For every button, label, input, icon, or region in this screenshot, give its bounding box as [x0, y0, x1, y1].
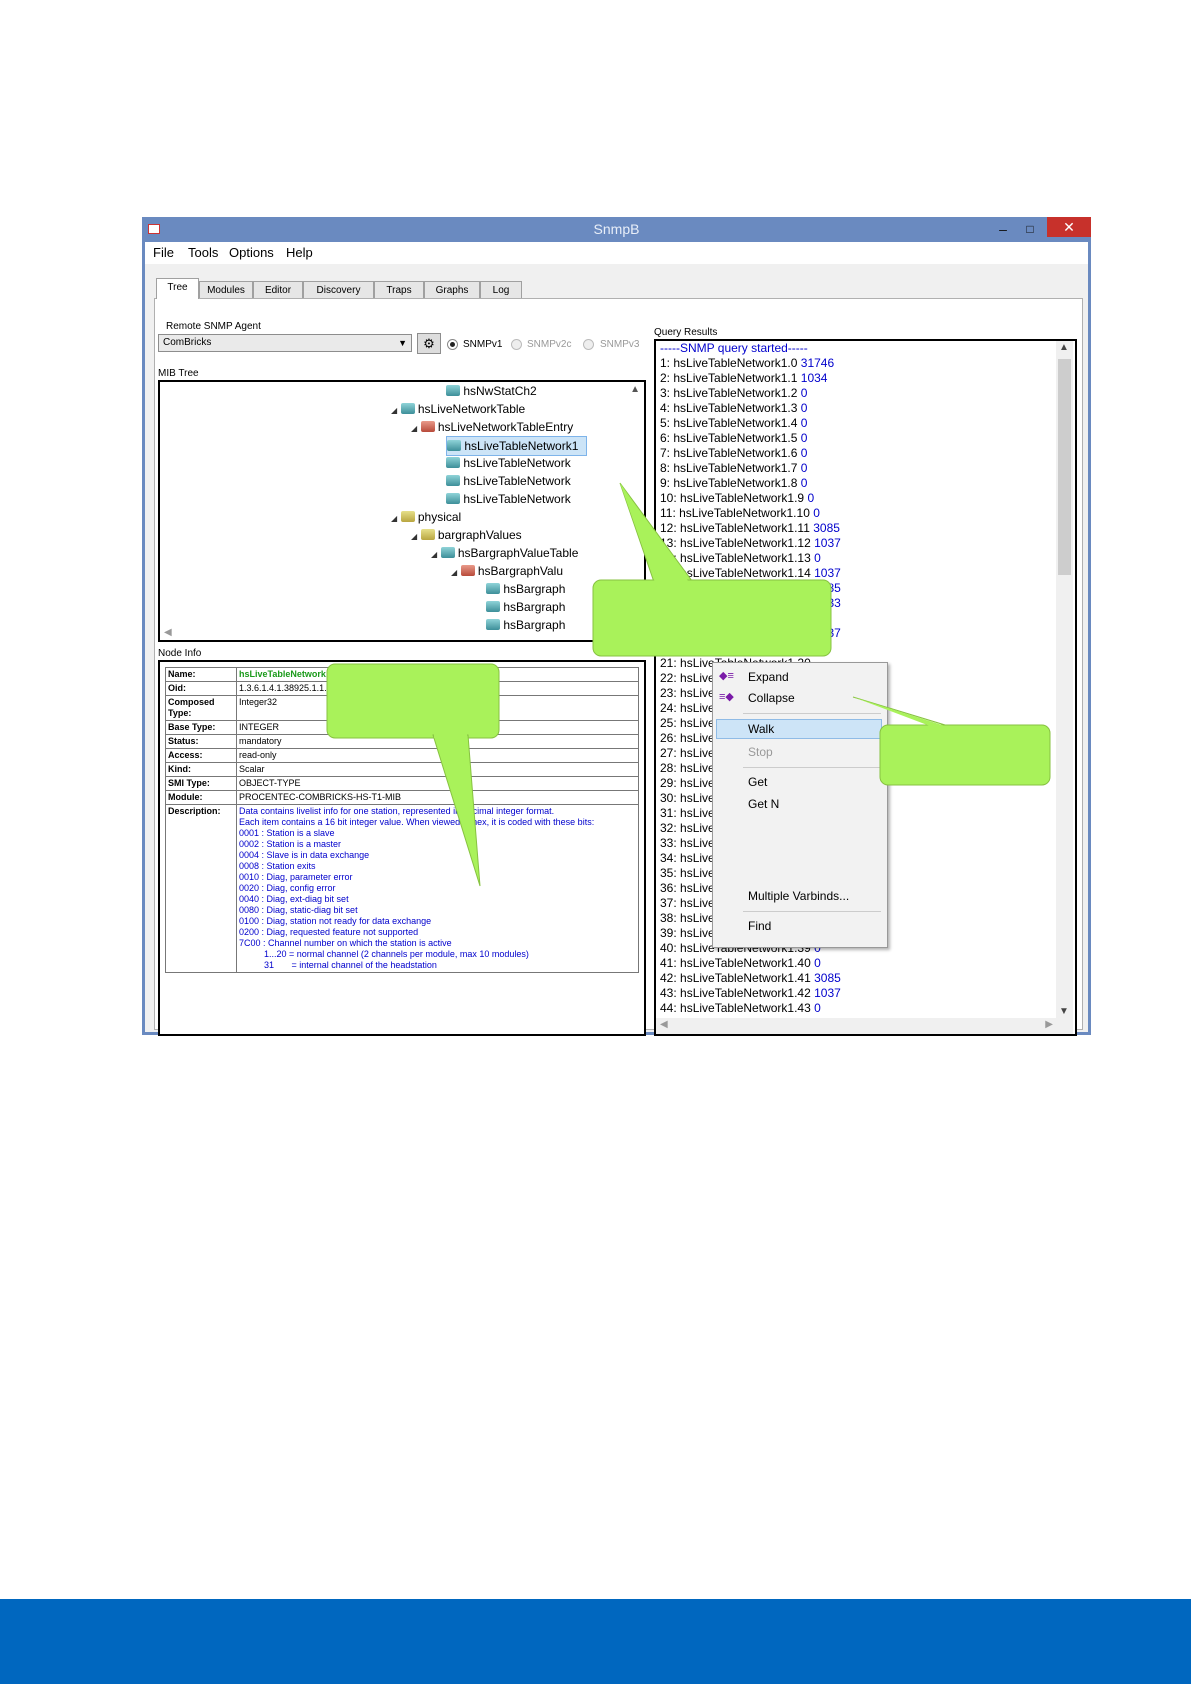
callout-annotations	[326, 482, 1051, 887]
callout-results	[852, 696, 1051, 786]
callout-walk	[592, 482, 832, 657]
callout-node-info	[326, 663, 500, 887]
footer-bar	[0, 1599, 1191, 1684]
